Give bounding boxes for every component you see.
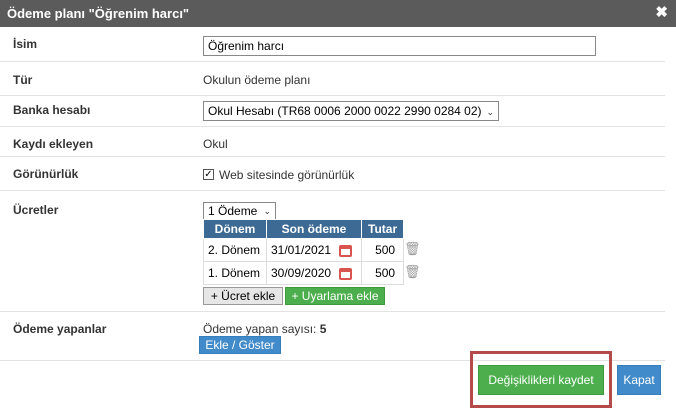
- payment-plan-dialog: Ödeme planı "Öğrenim harcı" ✖ İsim Tür O…: [0, 0, 676, 412]
- trash-icon[interactable]: 🗑: [404, 264, 421, 280]
- payers-count-label: Ödeme yapan sayısı:: [203, 322, 317, 336]
- added-by-row: Kaydı ekleyen Okul: [0, 127, 665, 157]
- payers-count-value: 5: [319, 322, 327, 336]
- bank-row: Banka hesabı Okul Hesabı (TR68 0006 2000…: [0, 96, 665, 127]
- add-adjustment-button[interactable]: + Uyarlama ekle: [285, 287, 385, 305]
- visibility-checkbox-label: Web sitesinde görünürlük: [219, 168, 355, 182]
- column-header-amount: Tutar: [360, 219, 405, 239]
- fees-row: Ücretler 1 Ödeme ⌄ Dönem Son ödeme Tutar…: [0, 191, 665, 312]
- dialog-titlebar: Ödeme planı "Öğrenim harcı" ✖: [0, 0, 676, 27]
- bank-label: Banka hesabı: [13, 103, 91, 117]
- trash-icon[interactable]: 🗑: [404, 241, 421, 257]
- chevron-down-icon: ⌄: [486, 107, 494, 117]
- payers-count-text: Ödeme yapan sayısı: 5: [203, 322, 326, 336]
- visibility-row: Görünürlük ✓ Web sitesinde görünürlük: [0, 157, 665, 191]
- due-date: 30/09/2020: [271, 266, 332, 280]
- type-value: Okulun ödeme planı: [203, 73, 311, 87]
- close-icon[interactable]: ✖: [655, 4, 668, 22]
- bank-account-select[interactable]: Okul Hesabı (TR68 0006 2000 0022 2990 02…: [203, 101, 499, 121]
- fees-table: Dönem Son ödeme Tutar 2. Dönem 31/01/202…: [203, 219, 405, 285]
- close-button[interactable]: Kapat: [617, 365, 661, 395]
- column-header-period: Dönem: [203, 219, 267, 239]
- chevron-down-icon: ⌄: [263, 206, 271, 216]
- installments-select[interactable]: 1 Ödeme ⌄: [203, 202, 276, 220]
- amount-cell[interactable]: 500: [360, 238, 405, 262]
- visibility-label: Görünürlük: [13, 167, 79, 181]
- due-cell[interactable]: 31/01/2021: [266, 238, 362, 262]
- bank-account-value: Okul Hesabı (TR68 0006 2000 0022 2990 02…: [208, 104, 482, 118]
- payers-label: Ödeme yapanlar: [13, 322, 107, 336]
- added-by-value: Okul: [203, 137, 228, 151]
- save-changes-button[interactable]: Değişiklikleri kaydet: [478, 365, 604, 395]
- calendar-icon[interactable]: [339, 267, 353, 280]
- due-cell[interactable]: 30/09/2020: [266, 261, 362, 285]
- added-by-label: Kaydı ekleyen: [13, 137, 94, 151]
- installments-value: 1 Ödeme: [208, 204, 258, 218]
- name-input[interactable]: [203, 36, 596, 56]
- calendar-icon[interactable]: [339, 244, 353, 257]
- dialog-title: Ödeme planı "Öğrenim harcı": [7, 6, 190, 21]
- name-row: İsim: [0, 27, 665, 62]
- type-label: Tür: [13, 73, 33, 87]
- fees-table-header: Dönem Son ödeme Tutar: [203, 219, 405, 239]
- table-row: 1. Dönem 30/09/2020 500: [203, 261, 405, 285]
- visibility-checkbox[interactable]: ✓: [203, 169, 214, 180]
- add-show-payers-button[interactable]: Ekle / Göster: [199, 336, 281, 354]
- column-header-due: Son ödeme: [266, 219, 362, 239]
- amount-cell[interactable]: 500: [360, 261, 405, 285]
- due-date: 31/01/2021: [271, 243, 332, 257]
- fees-label: Ücretler: [13, 203, 59, 217]
- add-fee-button[interactable]: + Ücret ekle: [203, 287, 283, 305]
- table-row: 2. Dönem 31/01/2021 500: [203, 238, 405, 262]
- name-label: İsim: [13, 37, 38, 51]
- period-cell: 2. Dönem: [203, 238, 267, 262]
- type-row: Tür Okulun ödeme planı: [0, 62, 665, 96]
- period-cell: 1. Dönem: [203, 261, 267, 285]
